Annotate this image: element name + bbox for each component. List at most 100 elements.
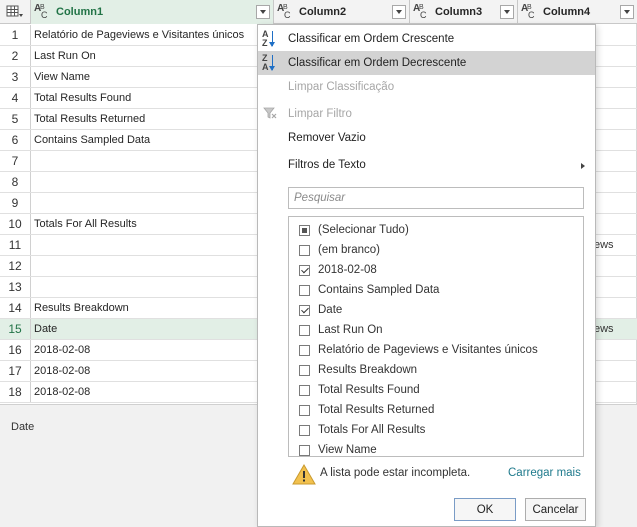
filter-value-item[interactable]: Total Results Returned xyxy=(299,400,434,420)
filter-value-item[interactable]: 2018-02-08 xyxy=(299,260,377,280)
menu-item-label: Classificar em Ordem Crescente xyxy=(288,33,455,45)
row-number[interactable]: 14 xyxy=(0,298,31,318)
checkbox-unchecked-icon[interactable] xyxy=(299,344,310,356)
checkbox-unchecked-icon[interactable] xyxy=(299,284,310,296)
cell-column1[interactable]: 2018-02-08 xyxy=(31,361,258,381)
checkbox-partial-icon[interactable] xyxy=(299,224,310,236)
warning-icon xyxy=(292,464,316,485)
abc-text-type-icon[interactable]: ABC xyxy=(413,4,431,20)
filter-value-item[interactable]: Date xyxy=(299,300,342,320)
cell-column1[interactable]: Results Breakdown xyxy=(31,298,258,318)
row-number[interactable]: 2 xyxy=(0,46,31,66)
column-header-column4[interactable]: ABC Column4 xyxy=(518,0,637,24)
column3-filter-dropdown-button[interactable] xyxy=(500,5,514,19)
cell-column1[interactable] xyxy=(31,193,258,213)
ok-button[interactable]: OK xyxy=(454,498,516,521)
cell-column1[interactable]: Last Run On xyxy=(31,46,258,66)
row-number[interactable]: 15 xyxy=(0,319,31,339)
text-filters-item[interactable]: Filtros de Texto xyxy=(258,153,595,177)
cell-column4[interactable]: ews xyxy=(594,319,614,339)
abc-text-type-icon[interactable]: ABC xyxy=(34,4,52,20)
cell-column4[interactable]: ews xyxy=(594,235,614,255)
filter-value-item[interactable]: Results Breakdown xyxy=(299,360,417,380)
chevron-right-icon xyxy=(581,163,585,169)
cell-column1[interactable] xyxy=(31,151,258,171)
filter-value-label: Date xyxy=(318,304,343,316)
row-number[interactable]: 16 xyxy=(0,340,31,360)
row-number[interactable]: 13 xyxy=(0,277,31,297)
row-number[interactable]: 8 xyxy=(0,172,31,192)
row-number[interactable]: 4 xyxy=(0,88,31,108)
row-number[interactable]: 3 xyxy=(0,67,31,87)
filter-value-item[interactable]: Contains Sampled Data xyxy=(299,280,439,300)
row-number[interactable]: 10 xyxy=(0,214,31,234)
checkbox-unchecked-icon[interactable] xyxy=(299,404,310,416)
filter-value-item[interactable]: (Selecionar Tudo) xyxy=(299,220,409,240)
row-number[interactable]: 6 xyxy=(0,130,31,150)
row-number[interactable]: 5 xyxy=(0,109,31,129)
column4-filter-dropdown-button[interactable] xyxy=(620,5,634,19)
cell-column1[interactable]: 2018-02-08 xyxy=(31,382,258,402)
checkbox-unchecked-icon[interactable] xyxy=(299,324,310,336)
filter-value-item[interactable]: Last Run On xyxy=(299,320,383,340)
column-header-column2[interactable]: ABC Column2 xyxy=(274,0,410,24)
row-number[interactable]: 7 xyxy=(0,151,31,171)
cell-column1[interactable] xyxy=(31,172,258,192)
filter-value-item[interactable]: (em branco) xyxy=(299,240,380,260)
filter-value-item[interactable]: Totals For All Results xyxy=(299,420,425,440)
filter-value-label: (Selecionar Tudo) xyxy=(318,224,409,236)
cell-column1[interactable]: Total Results Found xyxy=(31,88,258,108)
filter-value-item[interactable]: Relatório de Pageviews e Visitantes únic… xyxy=(299,340,538,360)
column-name: Column4 xyxy=(543,6,591,18)
cell-column1[interactable] xyxy=(31,235,258,255)
table-menu-button[interactable] xyxy=(0,0,31,24)
menu-item-label: Remover Vazio xyxy=(288,132,366,144)
row-number[interactable]: 17 xyxy=(0,361,31,381)
checkbox-checked-icon[interactable] xyxy=(299,304,310,316)
filter-value-label: View Name xyxy=(318,444,377,456)
column-name: Column3 xyxy=(435,6,483,18)
filter-value-item[interactable]: Total Results Found xyxy=(299,380,420,400)
checkbox-unchecked-icon[interactable] xyxy=(299,384,310,396)
search-input[interactable] xyxy=(288,187,584,209)
cell-column1[interactable]: Date xyxy=(31,319,258,339)
column-header-column3[interactable]: ABC Column3 xyxy=(410,0,518,24)
column1-filter-dropdown-button[interactable] xyxy=(256,5,270,19)
checkbox-unchecked-icon[interactable] xyxy=(299,444,310,456)
sort-ascending-item[interactable]: AZ Classificar em Ordem Crescente xyxy=(258,27,595,51)
cell-column1[interactable]: Totals For All Results xyxy=(31,214,258,234)
cell-column1[interactable] xyxy=(31,256,258,276)
cell-column1[interactable]: Contains Sampled Data xyxy=(31,130,258,150)
abc-text-type-icon[interactable]: ABC xyxy=(521,4,539,20)
column2-filter-dropdown-button[interactable] xyxy=(392,5,406,19)
load-more-link[interactable]: Carregar mais xyxy=(508,467,581,479)
row-number[interactable]: 12 xyxy=(0,256,31,276)
menu-item-label: Classificar em Ordem Decrescente xyxy=(288,57,467,69)
checkbox-unchecked-icon[interactable] xyxy=(299,424,310,436)
column-header-column1[interactable]: ABC Column1 xyxy=(31,0,274,24)
cell-column1[interactable] xyxy=(31,277,258,297)
clear-sort-item[interactable]: Limpar Classificação xyxy=(258,75,595,99)
checkbox-unchecked-icon[interactable] xyxy=(299,364,310,376)
row-number[interactable]: 1 xyxy=(0,25,31,45)
cell-column1[interactable]: Total Results Returned xyxy=(31,109,258,129)
checkbox-checked-icon[interactable] xyxy=(299,264,310,276)
filter-value-label: 2018-02-08 xyxy=(318,264,377,276)
remove-empty-item[interactable]: Remover Vazio xyxy=(258,126,595,150)
menu-item-label: Filtros de Texto xyxy=(288,159,366,171)
checkbox-unchecked-icon[interactable] xyxy=(299,244,310,256)
filter-values-list[interactable]: (Selecionar Tudo) (em branco) 2018-02-08 Co… xyxy=(288,216,584,457)
filter-value-item[interactable]: View Name xyxy=(299,440,377,460)
filter-value-label: Totals For All Results xyxy=(318,424,426,436)
table-icon xyxy=(6,5,23,17)
abc-text-type-icon[interactable]: ABC xyxy=(277,4,295,20)
cancel-button[interactable]: Cancelar xyxy=(525,498,586,521)
cell-column1[interactable]: Relatório de Pageviews e Visitantes únic… xyxy=(31,25,258,45)
row-number[interactable]: 11 xyxy=(0,235,31,255)
cell-column1[interactable]: 2018-02-08 xyxy=(31,340,258,360)
clear-filter-item[interactable]: Limpar Filtro xyxy=(258,102,595,126)
row-number[interactable]: 18 xyxy=(0,382,31,402)
cell-column1[interactable]: View Name xyxy=(31,67,258,87)
sort-descending-item[interactable]: ZA Classificar em Ordem Decrescente xyxy=(258,51,595,75)
row-number[interactable]: 9 xyxy=(0,193,31,213)
